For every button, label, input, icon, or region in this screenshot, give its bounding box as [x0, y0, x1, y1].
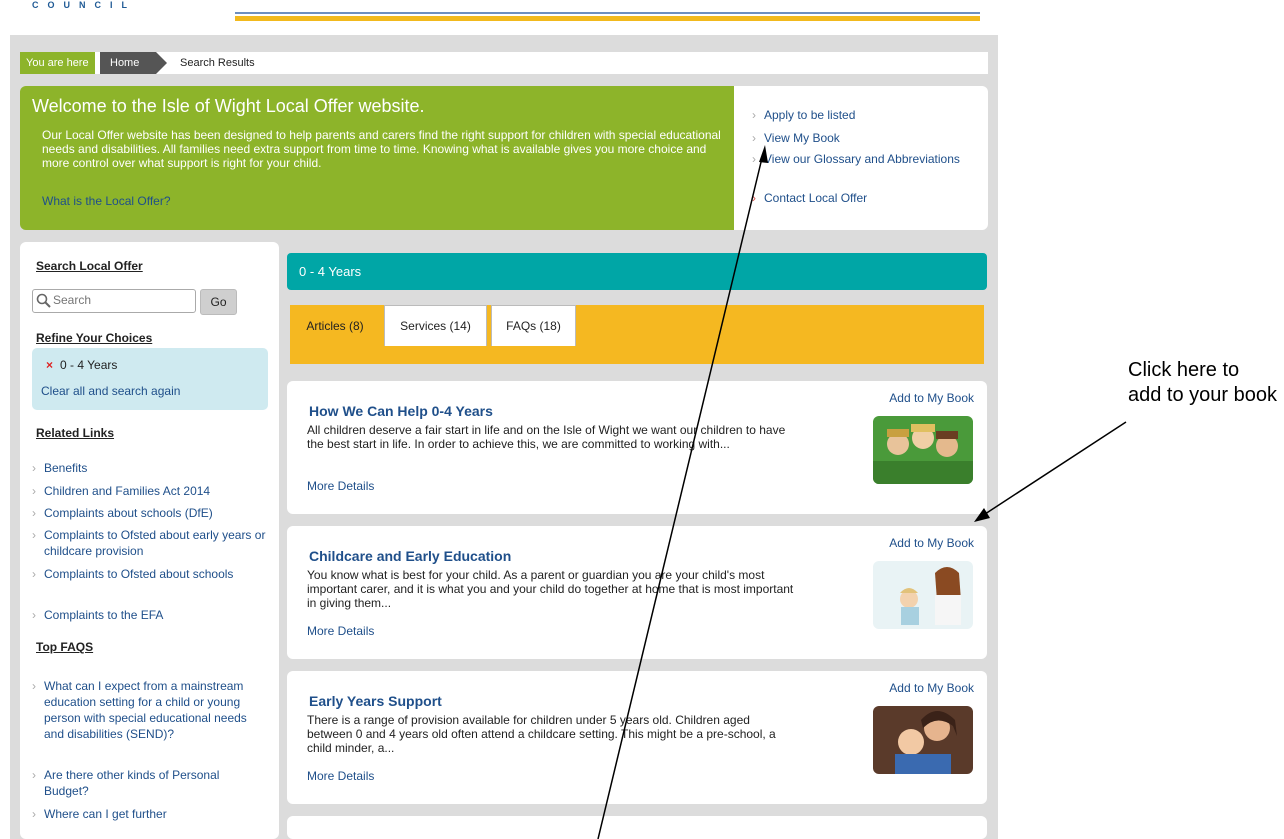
arrow-head-icon: [759, 145, 768, 163]
annotation-arrows: [597, 145, 1127, 839]
arrow-head-icon: [974, 508, 990, 522]
